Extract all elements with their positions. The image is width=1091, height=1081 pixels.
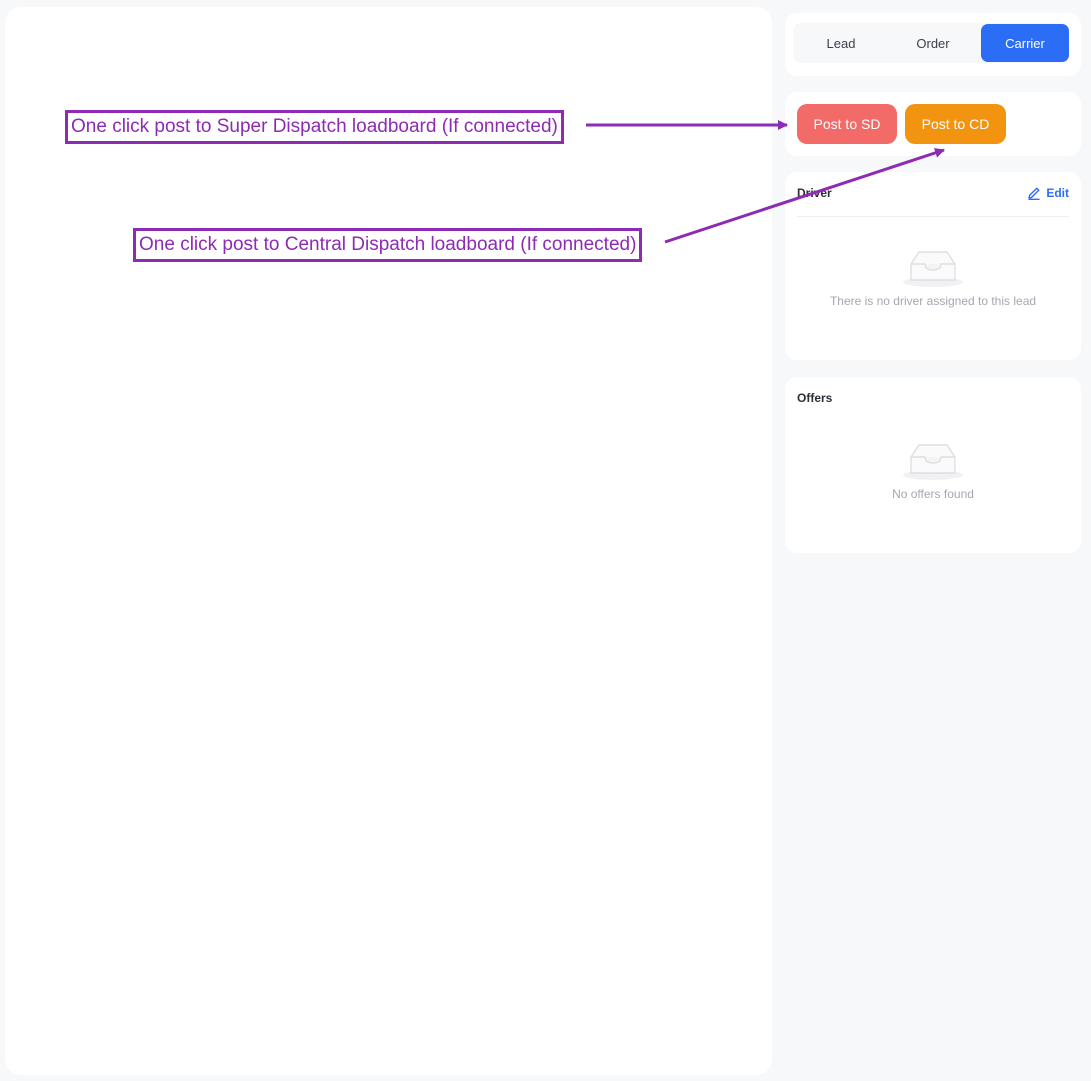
annotation-sd: One click post to Super Dispatch loadboa… [65,110,564,144]
arrow-to-cd-button [664,148,945,244]
annotation-arrows [586,120,945,244]
annotation-cd: One click post to Central Dispatch loadb… [133,228,643,262]
